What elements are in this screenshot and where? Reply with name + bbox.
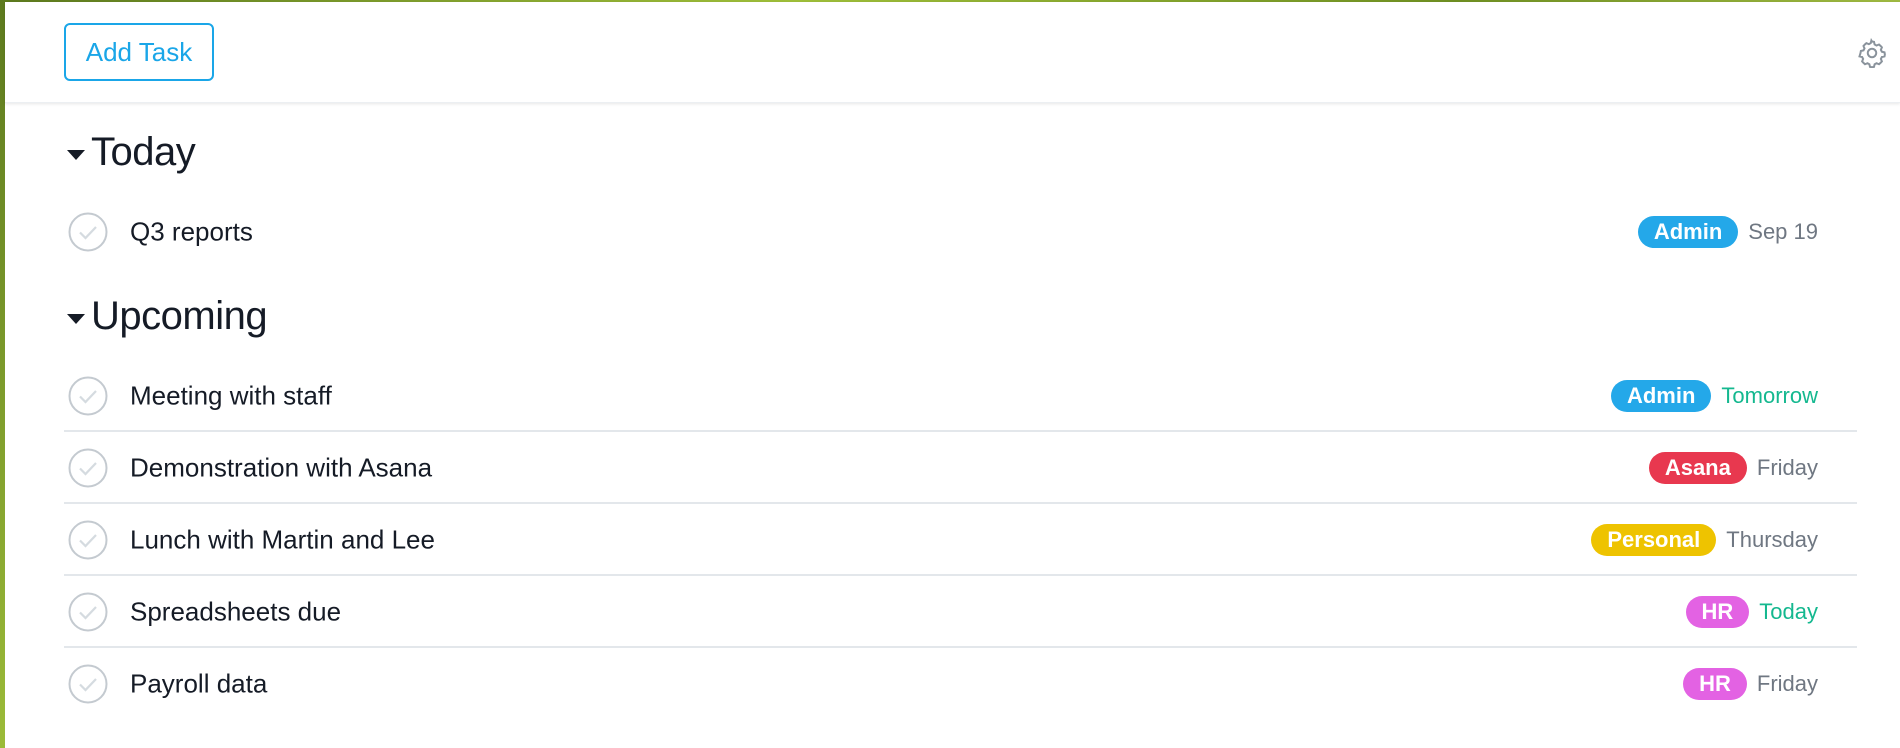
section-title: Upcoming (91, 294, 268, 338)
task-row[interactable]: Lunch with Martin and Lee Personal Thurs… (64, 504, 1857, 576)
task-meta: Admin Tomorrow (1610, 380, 1818, 412)
task-meta: Asana Friday (1648, 452, 1818, 484)
tag-badge[interactable]: HR (1685, 596, 1750, 628)
task-row[interactable]: Q3 reports Admin Sep 19 (64, 196, 1857, 268)
section-header-today: Today (67, 130, 196, 175)
tag-badge[interactable]: Admin (1637, 216, 1739, 248)
due-date: Friday (1756, 455, 1818, 480)
checkmark-circle-icon[interactable] (68, 520, 108, 560)
task-row[interactable]: Meeting with staff Admin Tomorrow (64, 360, 1857, 432)
task-meta: Personal Thursday (1591, 524, 1818, 556)
task-row[interactable]: Spreadsheets due HR Today (64, 576, 1857, 648)
task-name[interactable]: Payroll data (130, 669, 267, 700)
tag-badge[interactable]: HR (1683, 668, 1747, 700)
section-header-upcoming: Upcoming (67, 294, 268, 339)
task-meta: Admin Sep 19 (1637, 216, 1818, 248)
tag-badge[interactable]: Asana (1648, 452, 1747, 484)
tag-badge[interactable]: Personal (1591, 524, 1717, 556)
task-name[interactable]: Lunch with Martin and Lee (130, 525, 435, 556)
section-title: Today (91, 130, 196, 174)
due-date: Friday (1756, 671, 1818, 696)
checkmark-circle-icon[interactable] (68, 592, 108, 632)
task-name[interactable]: Spreadsheets due (130, 597, 341, 628)
checkmark-circle-icon[interactable] (68, 212, 108, 252)
task-row[interactable]: Payroll data HR Friday (64, 648, 1857, 720)
task-row[interactable]: Demonstration with Asana Asana Friday (64, 432, 1857, 504)
tag-badge[interactable]: Admin (1610, 380, 1712, 412)
gear-icon[interactable] (1857, 38, 1887, 68)
add-task-button[interactable]: Add Task (64, 23, 214, 81)
checkmark-circle-icon[interactable] (68, 376, 108, 416)
toolbar: Add Task (5, 2, 1900, 103)
task-meta: HR Friday (1683, 668, 1818, 700)
task-meta: HR Today (1685, 596, 1818, 628)
checkmark-circle-icon[interactable] (68, 448, 108, 488)
checkmark-circle-icon[interactable] (68, 664, 108, 704)
task-name[interactable]: Meeting with staff (130, 381, 332, 412)
task-window: Add Task Today Q3 reports Admin Sep 19 U… (5, 2, 1900, 748)
due-date: Tomorrow (1721, 383, 1818, 408)
due-date: Thursday (1726, 527, 1818, 552)
due-date: Sep 19 (1748, 219, 1818, 244)
task-name[interactable]: Q3 reports (130, 217, 253, 248)
caret-down-icon[interactable] (67, 149, 85, 160)
caret-down-icon[interactable] (67, 313, 85, 324)
due-date: Today (1759, 599, 1818, 624)
task-name[interactable]: Demonstration with Asana (130, 453, 432, 484)
